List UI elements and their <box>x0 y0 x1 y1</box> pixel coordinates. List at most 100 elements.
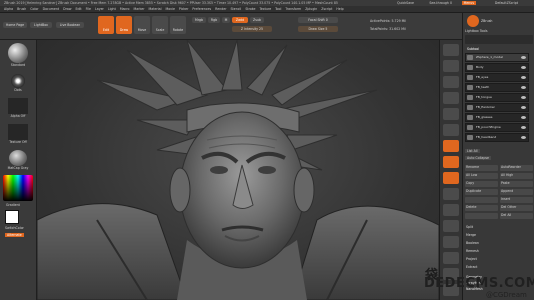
subtool-item[interactable]: FB_teeth <box>465 83 529 92</box>
default-zscript[interactable]: DefaultZScript <box>495 1 518 5</box>
menu-item[interactable]: Edit <box>75 7 81 11</box>
rotate-view-button[interactable] <box>443 236 459 248</box>
frame-button[interactable] <box>443 188 459 200</box>
subtool-submenu[interactable]: Extract <box>466 265 477 269</box>
subtool-item[interactable]: FB_EarAnker <box>465 103 529 112</box>
list-all-button[interactable]: List All <box>465 149 480 153</box>
subtool-item[interactable]: Body <box>465 63 529 72</box>
visibility-eye-icon[interactable] <box>521 106 526 109</box>
linefill-button[interactable] <box>443 252 459 264</box>
home-page-button[interactable]: Home Page <box>3 22 27 28</box>
bpr-button[interactable] <box>443 44 459 56</box>
menu-item[interactable]: Light <box>108 7 116 11</box>
main-color-swatch[interactable] <box>5 210 19 224</box>
subtool-action-button[interactable]: Del Other <box>500 205 533 211</box>
move-button[interactable]: Move <box>134 16 150 34</box>
subtool-submenu[interactable]: Merge <box>466 233 476 237</box>
subtool-action-button[interactable] <box>465 213 498 219</box>
menu-item[interactable]: Stencil <box>231 7 242 11</box>
local-button[interactable] <box>443 172 459 184</box>
menu-item[interactable]: Transform <box>285 7 301 11</box>
visibility-eye-icon[interactable] <box>521 136 526 139</box>
subtool-action-button[interactable]: AutoReorder <box>500 165 533 171</box>
floor-button[interactable] <box>443 156 459 168</box>
subtool-action-button[interactable] <box>465 197 498 203</box>
menu-item[interactable]: Marker <box>134 7 145 11</box>
zoom-button[interactable] <box>443 92 459 104</box>
subtool-action-button[interactable]: Rename <box>465 165 498 171</box>
scale-button[interactable]: Scale <box>152 16 168 34</box>
subtool-submenu[interactable]: Boolean <box>466 241 479 245</box>
auto-collapse-button[interactable]: Auto Collapse <box>465 156 491 160</box>
menu-item[interactable]: Render <box>215 7 226 11</box>
actual-button[interactable] <box>443 108 459 120</box>
dots-stroke-button[interactable]: Dots <box>3 72 33 94</box>
draw-button[interactable]: Draw <box>116 16 132 34</box>
lightbox-button[interactable]: LightBox <box>30 22 52 28</box>
menu-item[interactable]: Layer <box>95 7 104 11</box>
menu-item[interactable]: Brush <box>17 7 26 11</box>
texture-off-button[interactable]: Texture Off <box>3 124 33 148</box>
spix-button[interactable] <box>443 60 459 72</box>
subtool-action-button[interactable]: Insert <box>500 197 533 203</box>
visibility-eye-icon[interactable] <box>521 116 526 119</box>
persp-button[interactable] <box>443 140 459 152</box>
aahalf-button[interactable] <box>443 124 459 136</box>
subtool-item[interactable]: FB_glasses <box>465 113 529 122</box>
subtool-item[interactable]: FB_eyes <box>465 73 529 82</box>
menu-item[interactable]: Draw <box>63 7 71 11</box>
z-intensity-slider[interactable]: Z Intensity 25 <box>232 26 272 32</box>
live-boolean-button[interactable]: Live Boolean <box>56 22 84 28</box>
subtool-item[interactable]: ZSphere_1_model <box>465 53 529 62</box>
subtool-action-button[interactable]: Delete <box>465 205 498 211</box>
menu-item[interactable]: Color <box>30 7 38 11</box>
canvas-viewport[interactable]: 袋要内容管理系统 <box>37 40 439 300</box>
menu-item[interactable]: Preferences <box>192 7 211 11</box>
menu-item[interactable]: Material <box>149 7 162 11</box>
see-through-slider[interactable]: See-through 0 <box>429 1 452 5</box>
color-picker[interactable] <box>3 175 33 201</box>
mrgb-button[interactable]: Mrgb <box>192 17 206 23</box>
subtool-action-button[interactable]: All Low <box>465 173 498 179</box>
switch-color-button[interactable]: SwitchColor <box>5 226 24 230</box>
subtool-action-button[interactable]: Copy <box>465 181 498 187</box>
menu-item[interactable]: Document <box>43 7 60 11</box>
subtool-title[interactable]: Subtool <box>467 47 479 51</box>
menu-item[interactable]: Movie <box>165 7 174 11</box>
rotate-button[interactable]: Rotate <box>170 16 186 34</box>
zsub-button[interactable]: Zsub <box>250 17 264 23</box>
visibility-eye-icon[interactable] <box>521 76 526 79</box>
menu-item[interactable]: Alpha <box>4 7 13 11</box>
subtool-action-button[interactable]: Paste <box>500 181 533 187</box>
rgb-button[interactable]: Rgb <box>208 17 220 23</box>
menu-item[interactable]: Tool <box>275 7 281 11</box>
subtool-submenu[interactable]: Remesh <box>466 249 479 253</box>
subtool-item[interactable]: FB_headband <box>465 133 529 142</box>
subtool-submenu[interactable]: Project <box>466 257 477 261</box>
menu-item[interactable]: Stroke <box>245 7 255 11</box>
visibility-eye-icon[interactable] <box>521 86 526 89</box>
edit-button[interactable]: Edit <box>98 16 114 34</box>
menus-button[interactable]: Menus <box>461 1 476 5</box>
subtool-submenu[interactable]: Split <box>466 225 473 229</box>
menu-item[interactable]: Help <box>336 7 343 11</box>
subtool-action-button[interactable]: All High <box>500 173 533 179</box>
quicksave-button[interactable]: QuickSave <box>397 1 414 5</box>
menu-item[interactable]: Texture <box>259 7 271 11</box>
menu-item[interactable]: Macro <box>120 7 130 11</box>
scroll-button[interactable] <box>443 76 459 88</box>
subtool-action-button[interactable]: Del All <box>500 213 533 219</box>
m-button[interactable]: M <box>222 17 230 23</box>
subtool-action-button[interactable]: Duplicate <box>465 189 498 195</box>
visibility-eye-icon[interactable] <box>521 66 526 69</box>
menu-item[interactable]: Picker <box>179 7 189 11</box>
visibility-eye-icon[interactable] <box>521 56 526 59</box>
menu-item[interactable]: Zplugin <box>305 7 317 11</box>
tool-thumbs-row[interactable] <box>465 35 533 44</box>
move-view-button[interactable] <box>443 204 459 216</box>
menu-item[interactable]: File <box>86 7 91 11</box>
standard-brush-button[interactable]: Standard <box>3 42 33 68</box>
zadd-button[interactable]: Zadd <box>232 17 248 23</box>
subtool-item[interactable]: FB_pouchEngine <box>465 123 529 132</box>
matcap-gray-button[interactable]: MatCap Gray <box>3 150 33 172</box>
